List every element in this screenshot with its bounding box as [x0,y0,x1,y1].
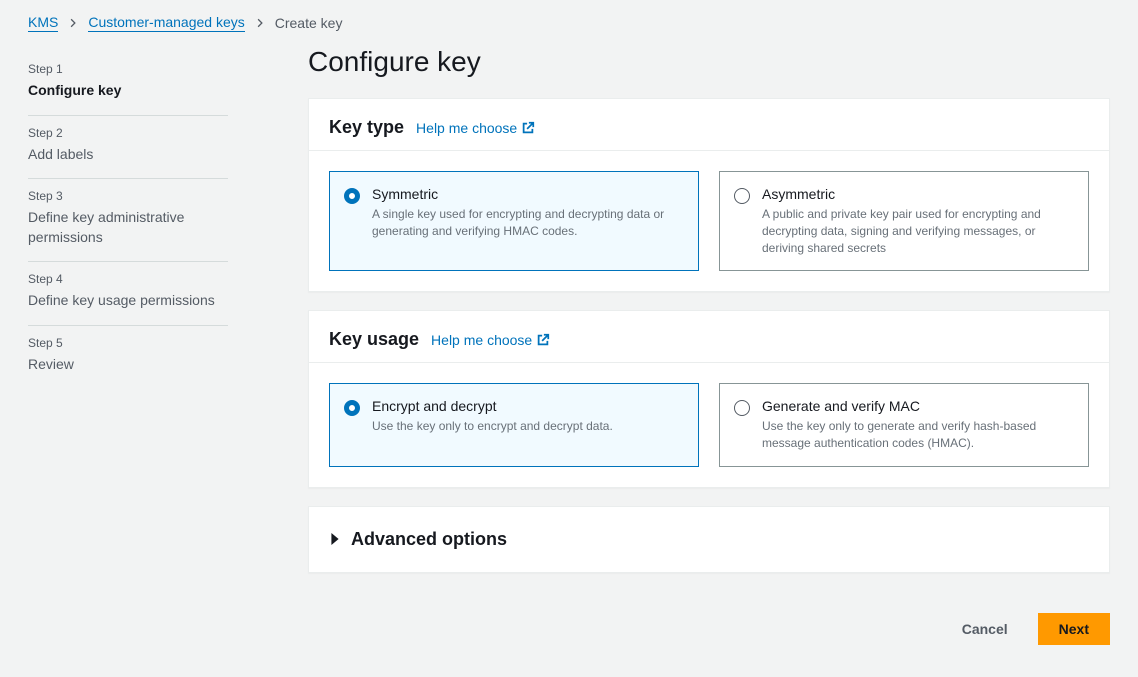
wizard-steps: Step 1 Configure key Step 2 Add labels S… [28,46,228,645]
step-num: Step 5 [28,336,228,350]
step-configure-key[interactable]: Step 1 Configure key [28,52,228,116]
help-link-key-usage[interactable]: Help me choose [431,332,550,348]
tile-encrypt-decrypt[interactable]: Encrypt and decrypt Use the key only to … [329,383,699,467]
breadcrumb-link-customer-keys[interactable]: Customer-managed keys [88,14,244,32]
radio-icon [344,188,360,204]
panel-advanced-options: Advanced options [308,506,1110,573]
step-num: Step 4 [28,272,228,286]
breadcrumb-current: Create key [275,15,343,31]
tile-symmetric[interactable]: Symmetric A single key used for encrypti… [329,171,699,271]
step-num: Step 1 [28,62,228,76]
section-heading: Key type [329,117,404,138]
tile-asymmetric[interactable]: Asymmetric A public and private key pair… [719,171,1089,271]
wizard-footer: Cancel Next [308,613,1110,645]
tile-desc: Use the key only to encrypt and decrypt … [372,418,613,435]
tile-generate-verify-mac[interactable]: Generate and verify MAC Use the key only… [719,383,1089,467]
radio-icon [734,400,750,416]
page-title: Configure key [308,46,1110,78]
external-link-icon [521,121,535,135]
step-review[interactable]: Step 5 Review [28,326,228,389]
help-link-key-type[interactable]: Help me choose [416,120,535,136]
step-add-labels[interactable]: Step 2 Add labels [28,116,228,180]
step-num: Step 2 [28,126,228,140]
breadcrumb: KMS Customer-managed keys Create key [0,0,1138,40]
step-title: Review [28,355,228,375]
section-heading: Key usage [329,329,419,350]
panel-key-usage: Key usage Help me choose Encrypt and dec… [308,310,1110,488]
chevron-right-icon [68,15,78,31]
step-num: Step 3 [28,189,228,203]
help-link-text: Help me choose [416,120,517,136]
tile-desc: Use the key only to generate and verify … [762,418,1074,452]
step-title: Add labels [28,145,228,165]
breadcrumb-link-kms[interactable]: KMS [28,14,58,32]
tile-title: Encrypt and decrypt [372,398,613,414]
step-usage-permissions[interactable]: Step 4 Define key usage permissions [28,262,228,326]
advanced-options-toggle[interactable]: Advanced options [309,507,1109,572]
chevron-right-icon [255,15,265,31]
radio-icon [344,400,360,416]
help-link-text: Help me choose [431,332,532,348]
tile-desc: A public and private key pair used for e… [762,206,1074,256]
advanced-heading: Advanced options [351,529,507,550]
tile-desc: A single key used for encrypting and dec… [372,206,684,240]
cancel-button[interactable]: Cancel [942,613,1028,645]
caret-right-icon [329,533,341,545]
tile-title: Symmetric [372,186,684,202]
next-button[interactable]: Next [1038,613,1110,645]
tile-title: Generate and verify MAC [762,398,1074,414]
step-title: Define key administrative permissions [28,208,228,247]
step-title: Configure key [28,81,228,101]
step-title: Define key usage permissions [28,291,228,311]
tile-title: Asymmetric [762,186,1074,202]
step-admin-permissions[interactable]: Step 3 Define key administrative permiss… [28,179,228,262]
external-link-icon [536,333,550,347]
panel-key-type: Key type Help me choose Symmetric A sing… [308,98,1110,292]
radio-icon [734,188,750,204]
